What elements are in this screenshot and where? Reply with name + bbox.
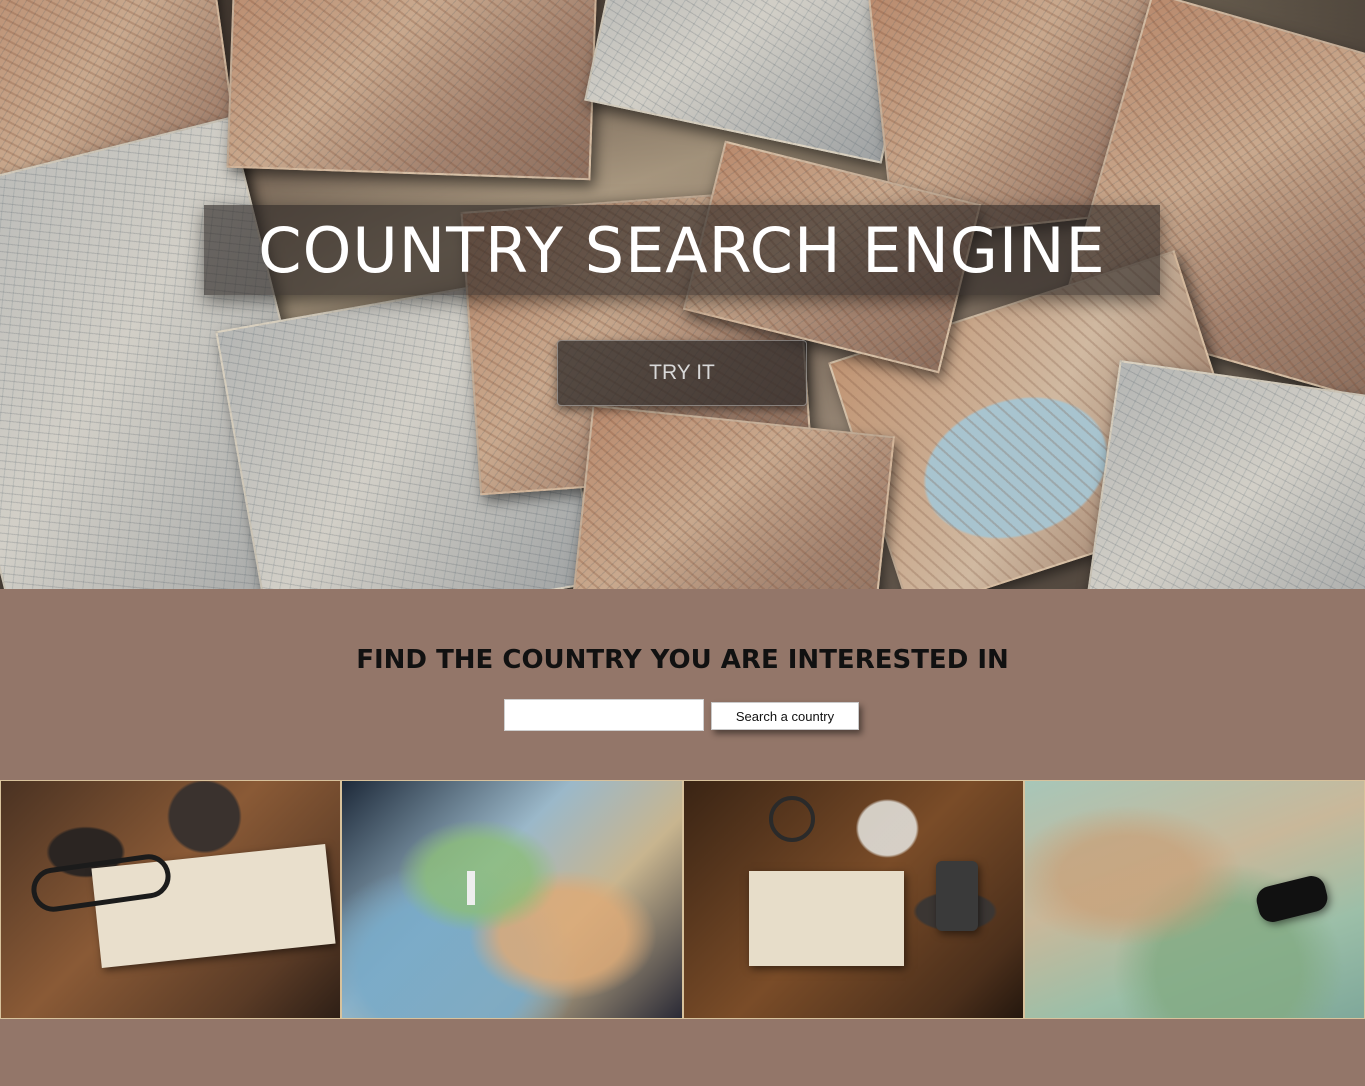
try-it-button[interactable]: TRY IT <box>557 340 807 406</box>
map-sheet <box>1083 360 1365 589</box>
camera-shape <box>935 861 978 931</box>
magnifier-shape <box>768 796 815 842</box>
map-sheet <box>584 0 920 164</box>
map-sheet <box>569 404 895 589</box>
hero-banner: COUNTRY SEARCH ENGINE TRY IT <box>0 0 1365 589</box>
traveler-figure <box>467 871 476 905</box>
search-section: FIND THE COUNTRY YOU ARE INTERESTED IN S… <box>0 589 1365 781</box>
search-country-button[interactable]: Search a country <box>711 702 859 730</box>
search-heading: FIND THE COUNTRY YOU ARE INTERESTED IN <box>356 645 1009 675</box>
gallery-image-traveler-map <box>342 781 682 1018</box>
map-sheet <box>226 0 598 181</box>
country-search-input[interactable] <box>504 699 704 731</box>
image-gallery <box>0 780 1365 1019</box>
notebook-shape <box>748 871 904 966</box>
hero-title-box: COUNTRY SEARCH ENGINE <box>204 205 1160 295</box>
toy-car-shape <box>1253 873 1331 925</box>
hero-title: COUNTRY SEARCH ENGINE <box>258 213 1106 287</box>
gallery-image-notebook-glasses <box>1 781 341 1018</box>
gallery-image-toy-car-map <box>1024 781 1364 1018</box>
gallery-image-notebook-magnifier <box>683 781 1023 1018</box>
